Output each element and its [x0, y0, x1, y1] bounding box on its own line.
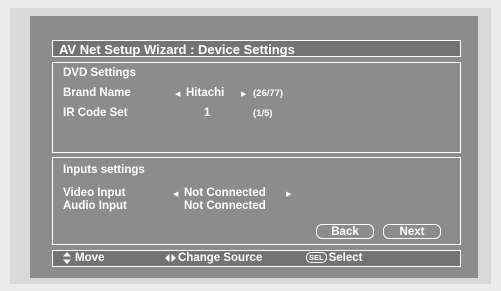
back-button[interactable]: Back — [316, 224, 374, 239]
sel-key-icon: SEL — [306, 252, 327, 263]
inputs-settings-panel: Inputs settings Video Input ◀ Not Connec… — [52, 157, 461, 245]
footer-move-label: Move — [75, 252, 105, 265]
audio-input-label: Audio Input — [63, 200, 127, 212]
ir-code-count: (1/5) — [253, 108, 273, 119]
arrow-left-icon[interactable]: ◀ — [173, 190, 178, 198]
arrow-right-icon[interactable]: ▶ — [286, 190, 291, 198]
footer-change-source-label: Change Source — [178, 252, 263, 264]
footer-change-source: Change Source — [165, 252, 262, 264]
brand-name-label: Brand Name — [63, 87, 131, 99]
left-right-icon — [165, 253, 176, 262]
dvd-settings-panel: DVD Settings Brand Name ◀ Hitachi ▶ (26/… — [52, 62, 461, 153]
brand-count: (26/77) — [253, 88, 284, 99]
ir-code-set-value[interactable]: 1 — [204, 107, 210, 119]
footer-help-bar: Move Change Source SEL Select — [52, 250, 461, 267]
dvd-settings-heading: DVD Settings — [63, 67, 136, 79]
inputs-settings-heading: Inputs settings — [63, 164, 145, 176]
video-input-value[interactable]: Not Connected — [184, 187, 266, 199]
arrow-right-icon[interactable]: ▶ — [241, 90, 246, 98]
footer-select: SEL Select — [306, 252, 362, 264]
audio-input-value[interactable]: Not Connected — [184, 200, 266, 212]
next-button[interactable]: Next — [383, 224, 441, 239]
up-down-icon — [63, 252, 71, 264]
brand-name-value[interactable]: Hitachi — [186, 87, 224, 99]
wizard-title: AV Net Setup Wizard : Device Settings — [52, 40, 461, 57]
footer-move: Move — [63, 252, 104, 264]
footer-select-label: Select — [328, 252, 363, 264]
video-input-label: Video Input — [63, 187, 126, 199]
ir-code-set-label: IR Code Set — [63, 107, 128, 119]
arrow-left-icon[interactable]: ◀ — [175, 90, 180, 98]
